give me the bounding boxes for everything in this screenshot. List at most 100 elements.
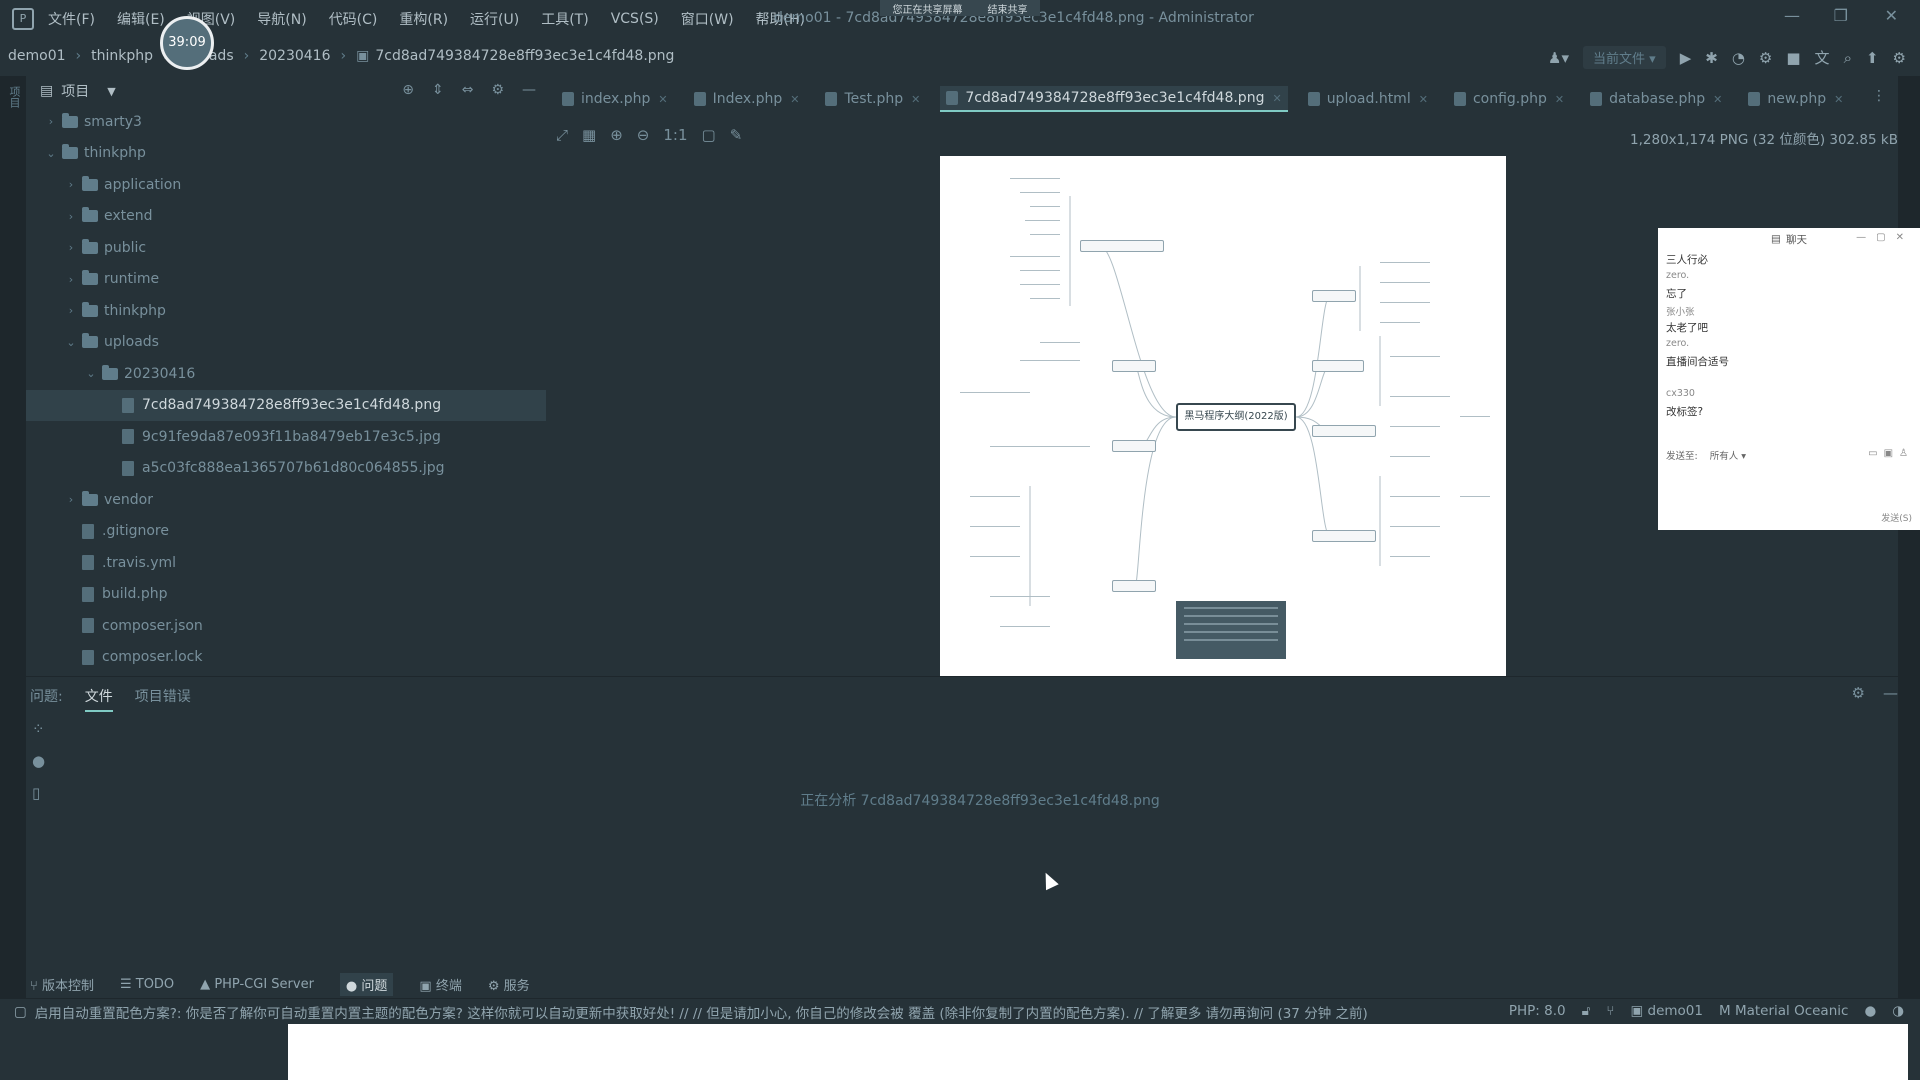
file-icon[interactable]: ▭ bbox=[1868, 448, 1883, 459]
menu-tools[interactable]: 工具(T) bbox=[541, 9, 588, 29]
actual-size-icon[interactable]: 1:1 bbox=[663, 126, 687, 144]
maximize-icon[interactable]: ❐ bbox=[1834, 6, 1848, 25]
tree-item[interactable]: a5c03fc888ea1365707b61d80c064855.jpg bbox=[26, 453, 546, 485]
chevron-right-icon[interactable]: › bbox=[64, 273, 78, 286]
tree-item[interactable]: .gitignore bbox=[26, 516, 546, 548]
update-icon[interactable]: ⬆ bbox=[1866, 49, 1879, 67]
tree-item[interactable]: › smarty3 bbox=[26, 106, 546, 138]
app-icon[interactable]: P bbox=[12, 8, 34, 30]
send-to-select[interactable]: 所有人 ▾ bbox=[1710, 448, 1746, 462]
chevron-down-icon[interactable]: ⌄ bbox=[84, 367, 98, 380]
editor-tab[interactable]: 7cd8ad749384728e8ff93ec3e1c4fd48.png ✕ bbox=[940, 86, 1288, 112]
breadcrumb-file[interactable]: 7cd8ad749384728e8ff93ec3e1c4fd48.png bbox=[375, 48, 674, 64]
chevron-down-icon[interactable]: ▼ bbox=[107, 85, 115, 98]
close-tab-icon[interactable]: ✕ bbox=[1555, 93, 1564, 106]
editor-tab[interactable]: config.php ✕ bbox=[1448, 87, 1570, 111]
branch-icon[interactable]: ⑂ bbox=[1606, 1003, 1614, 1019]
tree-item[interactable]: composer.lock bbox=[26, 642, 546, 674]
chat-window-controls[interactable]: —▢✕ bbox=[1856, 232, 1914, 243]
group-icon[interactable]: ⁘ bbox=[32, 720, 45, 738]
tree-item[interactable]: 7cd8ad749384728e8ff93ec3e1c4fd48.png bbox=[26, 389, 546, 421]
tree-item[interactable]: composer.json bbox=[26, 610, 546, 642]
editor-tab[interactable]: upload.html ✕ bbox=[1302, 87, 1434, 111]
close-tab-icon[interactable]: ✕ bbox=[658, 93, 667, 106]
theme-status[interactable]: M Material Oceanic bbox=[1719, 1003, 1848, 1019]
tool-terminal[interactable]: ▣ 终端 bbox=[419, 975, 461, 994]
project-tool-tab[interactable]: 项目 bbox=[6, 86, 22, 108]
menu-vcs[interactable]: VCS(S) bbox=[611, 11, 659, 27]
lock-icon[interactable]: 🔓︎ bbox=[1582, 1003, 1591, 1019]
hide-panel-icon[interactable]: — bbox=[1883, 684, 1898, 702]
tool-services[interactable]: ⚙ 服务 bbox=[488, 975, 530, 994]
chevron-right-icon[interactable]: › bbox=[64, 493, 78, 506]
menu-refactor[interactable]: 重构(R) bbox=[399, 9, 448, 29]
close-tab-icon[interactable]: ✕ bbox=[1272, 92, 1281, 105]
image-preview[interactable]: 黑马程序大纲(2022版) bbox=[940, 156, 1506, 676]
editor-tab[interactable]: Index.php ✕ bbox=[688, 87, 806, 111]
screenshot-icon[interactable]: ▣ bbox=[1884, 448, 1899, 459]
tree-item[interactable]: ⌄ thinkphp bbox=[26, 138, 546, 170]
breadcrumb-thinkphp[interactable]: thinkphp bbox=[91, 48, 153, 64]
stop-share-button[interactable]: 结束共享 bbox=[988, 1, 1028, 16]
tool-php-cgi[interactable]: ▲ PHP-CGI Server bbox=[200, 977, 314, 992]
tab-file[interactable]: 文件 bbox=[84, 686, 113, 712]
run-icon[interactable]: ▶ bbox=[1680, 49, 1692, 67]
close-tab-icon[interactable]: ✕ bbox=[1834, 93, 1843, 106]
settings-icon[interactable]: ⚙ bbox=[1893, 49, 1906, 67]
close-tab-icon[interactable]: ✕ bbox=[1713, 93, 1722, 106]
breadcrumb-date-folder[interactable]: 20230416 bbox=[259, 48, 330, 64]
translate-icon[interactable]: 文 bbox=[1815, 47, 1830, 68]
tool-problems[interactable]: ● 问题 bbox=[339, 972, 394, 996]
notification-icon[interactable]: ▢ bbox=[14, 1004, 27, 1020]
breadcrumb-project[interactable]: demo01 bbox=[8, 48, 66, 64]
coverage-icon[interactable]: ◔ bbox=[1732, 49, 1745, 67]
color-picker-icon[interactable]: ✎ bbox=[730, 126, 743, 144]
power-icon[interactable]: ◑ bbox=[1892, 1003, 1904, 1019]
status-message[interactable]: 启用自动重置配色方案?: 你是否了解你可自动重置内置主题的配色方案? 这样你就可… bbox=[35, 1002, 1368, 1022]
close-icon[interactable]: ✕ bbox=[1885, 6, 1898, 25]
grid-icon[interactable]: ▦ bbox=[582, 126, 596, 144]
collapse-all-icon[interactable]: ⇔ bbox=[462, 82, 474, 98]
minimize-icon[interactable]: — bbox=[1784, 6, 1800, 25]
tree-item[interactable]: 9c91fe9da87e093f11ba8479eb17e3c5.jpg bbox=[26, 421, 546, 453]
person-icon[interactable]: ♙ bbox=[1899, 448, 1914, 459]
user-icon[interactable]: ♟▾ bbox=[1548, 49, 1569, 67]
menu-navigate[interactable]: 导航(N) bbox=[257, 9, 306, 29]
locate-icon[interactable]: ⊕ bbox=[402, 82, 414, 98]
run-config-select[interactable]: 当前文件 ▾ bbox=[1583, 46, 1666, 69]
chevron-right-icon[interactable]: › bbox=[64, 178, 78, 191]
more-tabs-icon[interactable]: ⋮ bbox=[1872, 88, 1886, 104]
tree-item[interactable]: › public bbox=[26, 232, 546, 264]
tree-item[interactable]: ⌄ 20230416 bbox=[26, 358, 546, 390]
chevron-down-icon[interactable]: ⌄ bbox=[64, 336, 78, 349]
close-tab-icon[interactable]: ✕ bbox=[790, 93, 799, 106]
chevron-right-icon[interactable]: › bbox=[64, 304, 78, 317]
expand-all-icon[interactable]: ⇕ bbox=[432, 82, 444, 98]
zoom-in-icon[interactable]: ⊕ bbox=[610, 126, 623, 144]
tree-item[interactable]: › runtime bbox=[26, 264, 546, 296]
tree-item[interactable]: › thinkphp bbox=[26, 295, 546, 327]
menu-file[interactable]: 文件(F) bbox=[48, 9, 95, 29]
php-version[interactable]: PHP: 8.0 bbox=[1509, 1003, 1566, 1019]
editor-tab[interactable]: Test.php ✕ bbox=[819, 87, 926, 111]
tree-item[interactable]: ⌄ uploads bbox=[26, 327, 546, 359]
chevron-right-icon[interactable]: › bbox=[44, 115, 58, 128]
menu-code[interactable]: 代码(C) bbox=[329, 9, 378, 29]
stop-icon[interactable]: ■ bbox=[1786, 49, 1800, 67]
debug-icon[interactable]: ✱ bbox=[1705, 49, 1718, 67]
menu-edit[interactable]: 编辑(E) bbox=[117, 9, 165, 29]
bulb-icon[interactable]: ● bbox=[32, 752, 45, 770]
tool-todo[interactable]: ☰ TODO bbox=[120, 977, 174, 992]
chevron-right-icon[interactable]: › bbox=[64, 241, 78, 254]
close-tab-icon[interactable]: ✕ bbox=[1419, 93, 1428, 106]
chevron-down-icon[interactable]: ⌄ bbox=[44, 147, 58, 160]
fit-icon[interactable]: ⤢ bbox=[556, 126, 568, 144]
zoom-out-icon[interactable]: ⊖ bbox=[637, 126, 650, 144]
editor-tab[interactable]: database.php ✕ bbox=[1584, 87, 1728, 111]
profile-icon[interactable]: ⚙ bbox=[1759, 49, 1772, 67]
tree-item[interactable]: › application bbox=[26, 169, 546, 201]
background-icon[interactable]: ▢ bbox=[702, 126, 716, 144]
tree-item[interactable]: › extend bbox=[26, 201, 546, 233]
tool-vcs[interactable]: ⑂ 版本控制 bbox=[30, 975, 94, 994]
tree-item[interactable]: .travis.yml bbox=[26, 547, 546, 579]
